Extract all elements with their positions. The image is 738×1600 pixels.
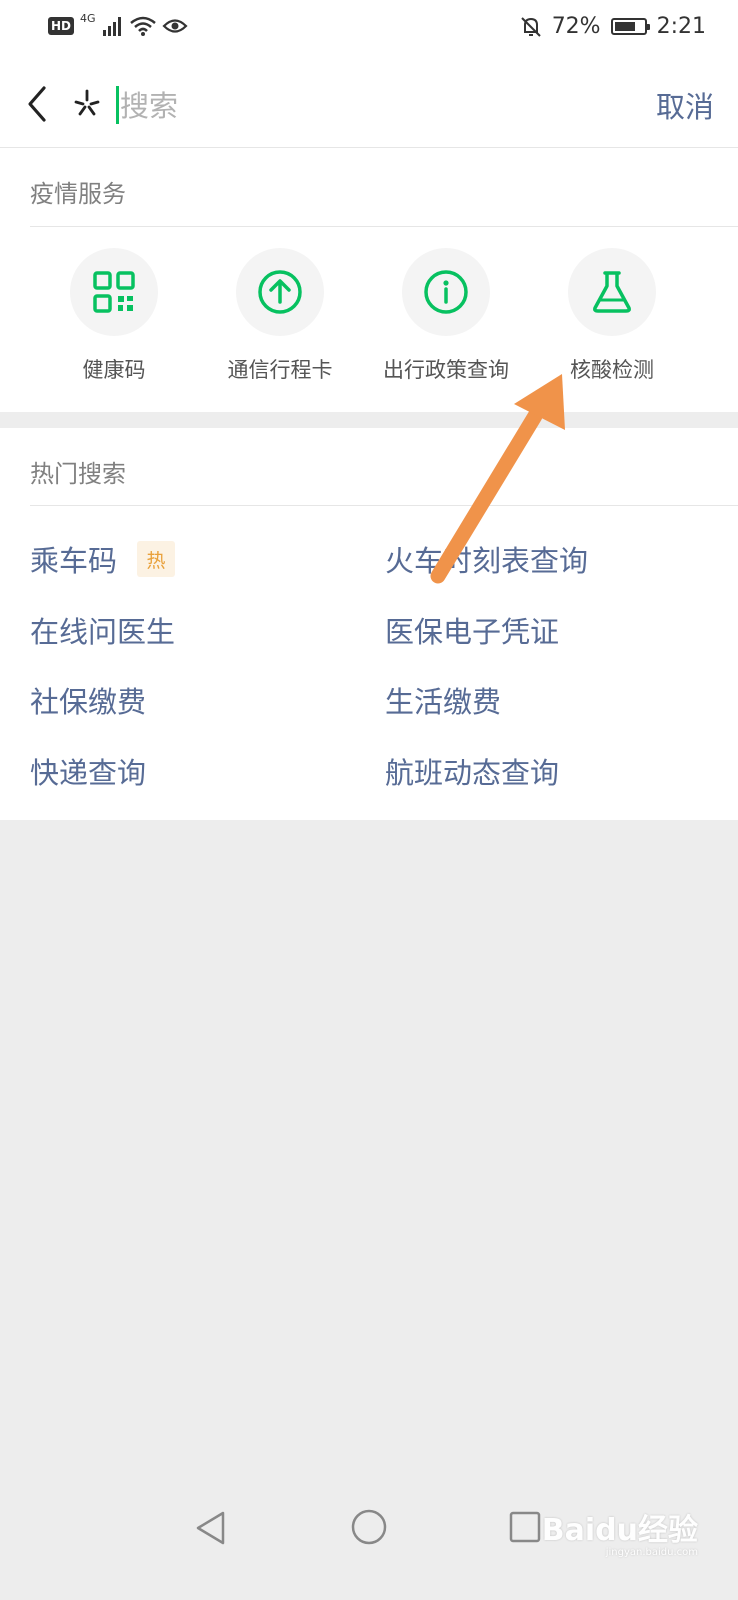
service-travel-policy[interactable]: 出行政策查询	[361, 248, 531, 384]
network-type: 4G	[80, 12, 96, 25]
header-divider	[0, 147, 738, 148]
sparkle-icon	[74, 89, 100, 116]
nav-back-icon[interactable]	[193, 1510, 229, 1546]
cancel-button[interactable]: 取消	[656, 84, 714, 126]
hot-search-item[interactable]: 在线问医生	[30, 609, 175, 651]
flask-icon	[593, 271, 631, 313]
hot-search-item[interactable]: 乘车码	[30, 538, 117, 580]
section-divider	[30, 226, 738, 227]
hd-badge: HD	[48, 17, 75, 35]
hot-search-item[interactable]: 航班动态查询	[385, 750, 559, 792]
back-arrow-icon[interactable]	[22, 84, 52, 124]
qr-code-icon	[93, 271, 135, 313]
service-label: 健康码	[82, 358, 146, 382]
wifi-icon	[129, 16, 156, 36]
info-circle-icon	[424, 270, 468, 314]
section-divider	[30, 505, 738, 506]
signal-icon	[102, 17, 121, 36]
watermark-url: jingyan.baidu.com	[605, 1547, 698, 1558]
epidemic-services-title: 疫情服务	[30, 180, 126, 208]
service-label: 出行政策查询	[383, 358, 509, 382]
service-travel-card[interactable]: 通信行程卡	[195, 248, 365, 384]
arrow-up-circle-icon	[258, 270, 302, 314]
hot-search-item[interactable]: 火车时刻表查询	[385, 538, 588, 580]
service-label: 通信行程卡	[227, 358, 333, 382]
search-input[interactable]	[118, 84, 602, 128]
service-label: 核酸检测	[570, 358, 654, 382]
battery-fill	[614, 22, 635, 31]
service-health-code[interactable]: 健康码	[29, 248, 199, 384]
clock: 2:21	[656, 14, 706, 39]
status-bar: HD 4G 72% 2:21	[0, 0, 738, 62]
mute-bell-icon	[520, 16, 541, 37]
hot-badge: 热	[137, 541, 175, 577]
baidu-watermark: Baidu经验 jingyan.baidu.com	[542, 1505, 698, 1558]
battery-percent: 72%	[551, 14, 601, 39]
hot-search-item[interactable]: 快递查询	[30, 750, 146, 792]
epidemic-services-grid: 健康码 通信行程卡 出行政策查询 核酸检测	[0, 248, 738, 388]
hot-search-title: 热门搜索	[30, 460, 126, 488]
hot-search-item[interactable]: 社保缴费	[30, 679, 146, 721]
battery-icon	[610, 18, 650, 35]
service-nucleic-test[interactable]: 核酸检测	[527, 248, 697, 384]
hot-search-item[interactable]: 医保电子凭证	[385, 609, 559, 651]
nav-home-icon[interactable]	[350, 1508, 388, 1546]
eye-icon	[161, 19, 188, 33]
nav-recents-icon[interactable]	[508, 1510, 542, 1544]
watermark-brand: Baidu经验	[541, 1513, 698, 1548]
hot-search-item[interactable]: 生活缴费	[385, 679, 501, 721]
